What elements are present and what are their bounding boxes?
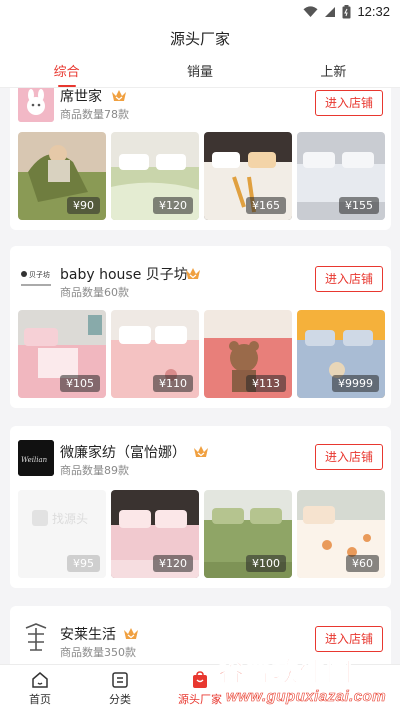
- product-thumb[interactable]: ¥120: [111, 490, 199, 578]
- shop-count: 商品数量89款: [60, 464, 129, 477]
- price-tag: ¥105: [60, 375, 100, 392]
- watermark: 谷普软件园 www.gupuxiazai.com: [217, 652, 398, 710]
- battery-icon: [342, 4, 351, 18]
- shop-card: 席世家 商品数量78款 进入店铺 ¥90 ¥120 ¥165 ¥155: [10, 88, 391, 230]
- product-thumb[interactable]: ¥60: [297, 490, 385, 578]
- crown-icon: [112, 90, 126, 101]
- wifi-icon: [303, 5, 318, 17]
- product-thumb[interactable]: ¥113: [204, 310, 292, 398]
- price-tag: ¥120: [153, 197, 193, 214]
- shop-name: 安莱生活: [60, 627, 116, 643]
- product-thumb[interactable]: ¥165: [204, 132, 292, 220]
- price-tag: ¥95: [67, 555, 100, 572]
- crown-icon: [194, 446, 208, 457]
- product-thumb[interactable]: ¥120: [111, 132, 199, 220]
- sort-tabs: 综合 销量 上新: [0, 60, 400, 88]
- category-icon: [112, 672, 128, 688]
- nav-label: 分类: [109, 693, 131, 706]
- crown-icon: [186, 268, 200, 279]
- price-tag: ¥9999: [332, 375, 379, 392]
- home-icon: [32, 672, 48, 688]
- product-thumb[interactable]: ¥9999: [297, 310, 385, 398]
- crown-icon: [124, 628, 138, 639]
- product-thumb[interactable]: ¥100: [204, 490, 292, 578]
- enter-shop-button[interactable]: 进入店铺: [315, 626, 383, 652]
- enter-shop-button[interactable]: 进入店铺: [315, 90, 383, 116]
- placeholder-text: 找源头: [52, 512, 88, 526]
- shop-logo: Weilian: [18, 440, 54, 476]
- price-tag: ¥120: [153, 555, 193, 572]
- product-thumbs: ¥105 ¥110 ¥113 ¥9999: [18, 310, 385, 398]
- product-thumb[interactable]: ¥105: [18, 310, 106, 398]
- nav-item-home[interactable]: 首页: [0, 665, 80, 712]
- price-tag: ¥110: [153, 375, 193, 392]
- page-title: 源头厂家: [169, 30, 230, 48]
- tab-comprehensive[interactable]: 综合: [0, 60, 133, 87]
- product-thumbs: 找源头 ¥95 ¥120 ¥100 ¥60: [18, 490, 385, 578]
- product-thumb[interactable]: ¥90: [18, 132, 106, 220]
- watermark-url: www.gupuxiazai.com: [226, 688, 387, 706]
- nav-label: 首页: [29, 693, 51, 706]
- status-bar: 12:32: [0, 0, 400, 24]
- product-thumb[interactable]: ¥155: [297, 132, 385, 220]
- shop-count: 商品数量350款: [60, 646, 136, 659]
- product-thumb[interactable]: ¥110: [111, 310, 199, 398]
- price-tag: ¥60: [346, 555, 379, 572]
- watermark-title: 谷普软件园: [217, 658, 354, 689]
- header: 源头厂家: [0, 24, 400, 60]
- price-tag: ¥155: [339, 197, 379, 214]
- shop-logo: 贝子坊: [18, 262, 54, 298]
- price-tag: ¥90: [67, 197, 100, 214]
- factory-bag-icon: [193, 671, 207, 688]
- price-tag: ¥165: [246, 197, 286, 214]
- enter-shop-button[interactable]: 进入店铺: [315, 444, 383, 470]
- shop-name: baby house 贝子坊: [60, 267, 188, 283]
- tab-sales[interactable]: 销量: [133, 60, 266, 87]
- status-time: 12:32: [357, 4, 390, 19]
- price-tag: ¥100: [246, 555, 286, 572]
- nav-item-category[interactable]: 分类: [80, 665, 160, 712]
- shop-logo: [18, 620, 54, 656]
- enter-shop-button[interactable]: 进入店铺: [315, 266, 383, 292]
- signal-icon: [325, 6, 336, 17]
- logo-text: Weilian: [21, 456, 48, 464]
- price-tag: ¥113: [246, 375, 286, 392]
- shop-card: Weilian 微廉家纺（富怡娜） 商品数量89款 进入店铺 找源头 ¥95 ¥…: [10, 426, 391, 588]
- shop-logo: [18, 88, 54, 122]
- tab-new[interactable]: 上新: [267, 60, 400, 87]
- nav-label: 源头厂家: [178, 693, 222, 706]
- shop-name: 微廉家纺（富怡娜）: [60, 445, 186, 461]
- logo-text: 贝子坊: [29, 270, 50, 279]
- shop-count: 商品数量60款: [60, 286, 129, 299]
- shop-list[interactable]: 席世家 商品数量78款 进入店铺 ¥90 ¥120 ¥165 ¥155 贝子坊 …: [0, 88, 400, 664]
- shop-card: 贝子坊 baby house 贝子坊 商品数量60款 进入店铺 ¥105 ¥11…: [10, 246, 391, 408]
- shop-count: 商品数量78款: [60, 108, 129, 121]
- product-thumb[interactable]: 找源头 ¥95: [18, 490, 106, 578]
- status-icons: 12:32: [303, 4, 390, 19]
- shop-name: 席世家: [60, 89, 102, 105]
- product-thumbs: ¥90 ¥120 ¥165 ¥155: [18, 132, 385, 220]
